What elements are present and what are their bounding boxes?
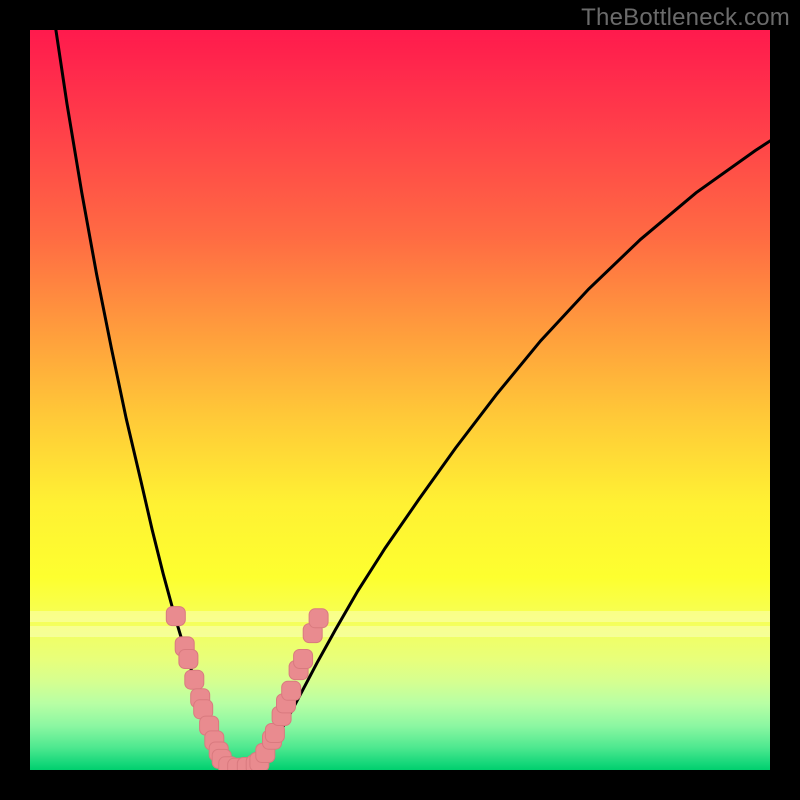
watermark-text: TheBottleneck.com — [581, 4, 790, 32]
data-marker — [185, 670, 204, 689]
data-marker — [179, 650, 198, 669]
data-marker — [294, 650, 313, 669]
plot-area — [30, 30, 770, 770]
curve-group — [56, 30, 770, 769]
data-marker — [265, 724, 284, 743]
bottleneck-curve — [56, 30, 770, 769]
data-marker — [282, 681, 301, 700]
curves-svg — [30, 30, 770, 770]
chart-frame: TheBottleneck.com — [0, 0, 800, 800]
data-marker — [309, 609, 328, 628]
data-marker — [166, 607, 185, 626]
